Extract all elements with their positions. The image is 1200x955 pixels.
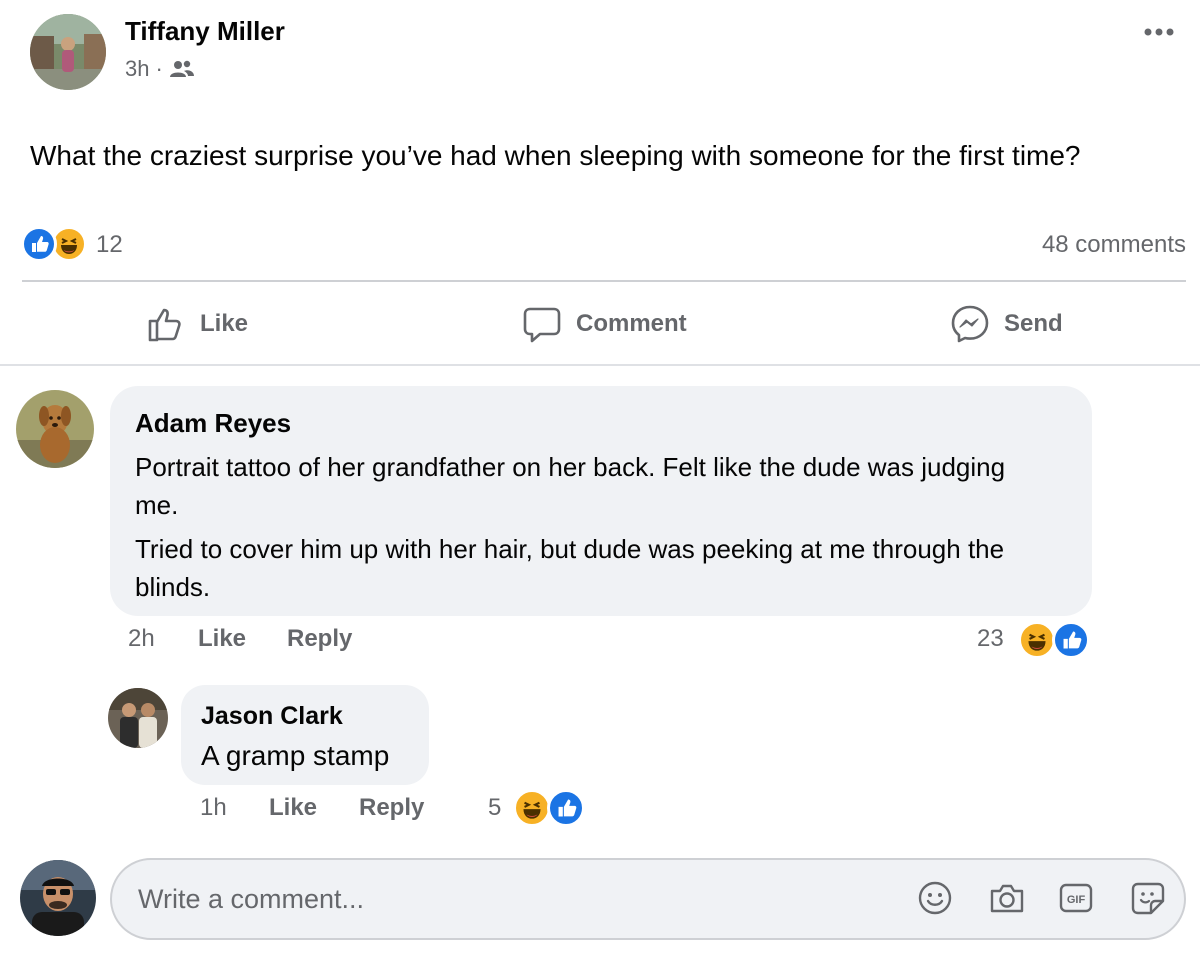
reply-author-avatar[interactable] (108, 688, 168, 748)
like-button[interactable]: Like (146, 304, 248, 344)
comment-icon (522, 304, 562, 344)
current-user-avatar[interactable] (20, 860, 96, 936)
comment-like-link[interactable]: Like (198, 625, 246, 653)
reply-reaction-count[interactable]: 5 (488, 794, 501, 822)
friends-icon (169, 59, 195, 79)
gif-label: GIF (1067, 894, 1086, 906)
reply-like-link[interactable]: Like (269, 794, 317, 822)
commenter-avatar[interactable] (16, 390, 94, 468)
comment-author-name[interactable]: Adam Reyes (135, 408, 291, 439)
post-author-name[interactable]: Tiffany Miller (125, 16, 285, 47)
comment-reaction-count[interactable]: 23 (977, 625, 1004, 653)
meta-separator: · (155, 56, 163, 81)
haha-reaction-icon[interactable] (513, 789, 551, 827)
haha-reaction-icon[interactable] (1018, 621, 1056, 659)
emoji-icon[interactable] (917, 880, 953, 916)
comment-input-placeholder[interactable]: Write a comment... (138, 884, 364, 915)
camera-icon[interactable] (988, 880, 1026, 916)
reply-time[interactable]: 1h (200, 794, 227, 822)
comment-button[interactable]: Comment (522, 304, 687, 344)
post-reaction-count[interactable]: 12 (96, 231, 123, 259)
more-options-icon[interactable] (1140, 22, 1180, 42)
comments-count[interactable]: 48 comments (1042, 231, 1186, 259)
like-label: Like (200, 310, 249, 337)
gif-icon[interactable]: GIF (1058, 880, 1094, 916)
thumbs-up-icon (146, 304, 186, 344)
send-label: Send (1004, 310, 1063, 337)
divider (22, 280, 1186, 282)
sticker-icon[interactable] (1130, 880, 1166, 916)
post-text: What the craziest surprise you’ve had wh… (30, 140, 1081, 171)
post-time[interactable]: 3h (125, 56, 149, 82)
send-button[interactable]: Send (950, 304, 1063, 344)
like-reaction-icon[interactable] (1052, 621, 1090, 659)
reply-text: A gramp stamp (201, 740, 390, 771)
post-meta: 3h · (125, 56, 195, 82)
like-reaction-icon[interactable] (21, 226, 57, 262)
messenger-icon (950, 304, 990, 344)
post-author-avatar[interactable] (30, 14, 106, 90)
section-divider (0, 364, 1200, 366)
comment-text-2: Tried to cover him up with her hair, but… (135, 534, 1005, 602)
comment-reply-link[interactable]: Reply (287, 625, 352, 653)
comment-text-1: Portrait tattoo of her grandfather on he… (135, 452, 1006, 520)
reply-author-name[interactable]: Jason Clark (201, 702, 343, 731)
reply-reply-link[interactable]: Reply (359, 794, 424, 822)
like-reaction-icon[interactable] (547, 789, 585, 827)
comment-label: Comment (576, 310, 687, 337)
comment-time[interactable]: 2h (128, 625, 155, 653)
